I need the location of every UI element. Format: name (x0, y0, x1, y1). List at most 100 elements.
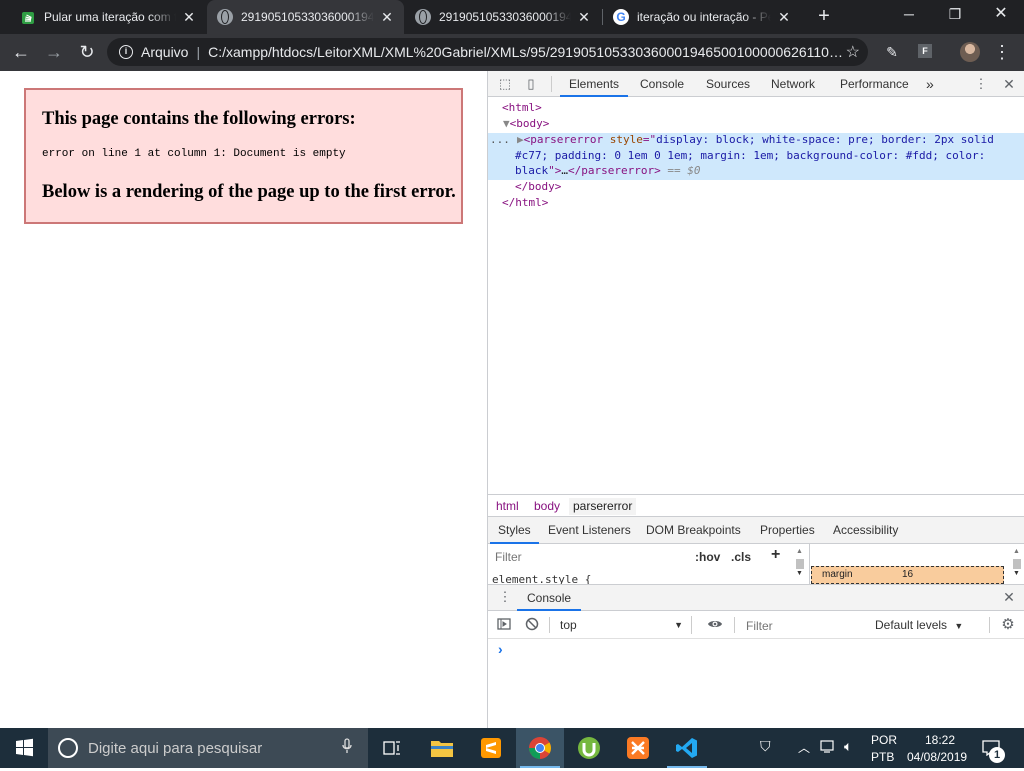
drawer-tab-console[interactable]: Console (517, 585, 582, 611)
reload-button[interactable]: ↻ (74, 40, 100, 66)
tab-event-listeners[interactable]: Event Listeners (548, 517, 631, 544)
scroll-thumb[interactable] (796, 559, 804, 569)
console-filter-input[interactable] (740, 616, 866, 635)
chevron-up-icon[interactable]: ︿ (798, 739, 810, 756)
keyboard-layout[interactable]: PTB (871, 750, 894, 764)
close-window-button[interactable]: ✕ (978, 0, 1024, 30)
close-devtools-icon[interactable]: ✕ (1001, 76, 1017, 92)
console-settings-gear-icon[interactable]: ⚙ (1000, 617, 1016, 633)
omnibox-divider: | (196, 44, 201, 60)
new-tab-button[interactable]: + (812, 5, 836, 29)
info-icon[interactable]: i (119, 45, 133, 59)
dom-node-html-close[interactable]: </html> (502, 195, 548, 211)
clear-console-icon[interactable] (524, 617, 540, 633)
people-icon[interactable]: ⛉ (760, 738, 771, 755)
avatar[interactable] (960, 42, 980, 62)
breadcrumb-html[interactable]: html (492, 498, 523, 515)
margin-box[interactable]: margin 16 (811, 566, 1004, 584)
tab-nfe-xml-active[interactable]: 2919051053303600019465001000006261104705… (207, 0, 404, 34)
file-explorer-icon[interactable] (418, 728, 466, 768)
tab-sources[interactable]: Sources (706, 71, 750, 97)
tab-stackoverflow[interactable]: Pular uma iteração com f ✕ (10, 0, 206, 34)
taskbar-search[interactable]: Digite aqui para pesquisar (48, 728, 368, 768)
log-levels-dropdown[interactable]: Default levels ▼ (875, 616, 963, 635)
close-icon[interactable]: ✕ (380, 9, 394, 26)
tab-accessibility[interactable]: Accessibility (833, 517, 898, 544)
close-drawer-icon[interactable]: ✕ (1001, 589, 1017, 605)
hov-toggle[interactable]: :hov (695, 550, 720, 564)
breadcrumb-body[interactable]: body (530, 498, 564, 515)
microphone-icon[interactable] (342, 738, 352, 757)
inspect-element-icon[interactable]: ⬚ (497, 76, 513, 92)
tab-properties[interactable]: Properties (760, 517, 815, 544)
xampp-icon[interactable] (614, 728, 662, 768)
tab-performance[interactable]: Performance (840, 71, 909, 97)
cls-toggle[interactable]: .cls (731, 550, 751, 564)
toolbar-divider (989, 617, 990, 633)
network-icon[interactable] (820, 740, 836, 757)
start-button[interactable] (0, 728, 48, 768)
restore-button[interactable]: ❐ (932, 0, 978, 30)
forward-button[interactable]: → (41, 40, 67, 66)
menu-kebab-icon[interactable]: ⋮ (989, 40, 1015, 66)
styles-scrollbar[interactable]: ▲ ▼ (796, 548, 806, 582)
close-icon[interactable]: ✕ (182, 9, 196, 26)
dom-gutter-dots[interactable]: ... (490, 132, 510, 148)
close-icon[interactable]: ✕ (577, 9, 591, 26)
address-bar[interactable]: i Arquivo | C:/xampp/htdocs/LeitorXML/XM… (107, 38, 868, 66)
tab-styles[interactable]: Styles (490, 517, 539, 544)
back-button[interactable]: ← (8, 40, 34, 66)
tab-google-search[interactable]: G iteração ou interação - Pesquisa Googl… (603, 0, 801, 34)
url-text[interactable]: C:/xampp/htdocs/LeitorXML/XML%20Gabriel/… (208, 44, 848, 60)
chrome-icon[interactable] (516, 728, 564, 768)
show-sidebar-icon[interactable] (496, 617, 512, 633)
extension-f-icon[interactable]: F (918, 44, 932, 58)
tab-title: 2919051053303600019465001000006261104705… (439, 10, 571, 24)
tab-console[interactable]: Console (640, 71, 684, 97)
tab-dom-breakpoints[interactable]: DOM Breakpoints (646, 517, 741, 544)
google-icon: G (613, 9, 629, 25)
margin-value[interactable]: 16 (902, 569, 913, 580)
bookmark-star-icon[interactable]: ☆ (846, 42, 860, 62)
vscode-icon[interactable] (663, 728, 711, 768)
dom-node-html[interactable]: <html> (502, 100, 542, 116)
scroll-thumb[interactable] (1013, 559, 1021, 569)
dom-node-body[interactable]: ▼<body> (503, 116, 549, 132)
minimize-button[interactable]: ─ (886, 0, 932, 30)
language-indicator[interactable]: POR (871, 733, 897, 747)
boxmodel-scrollbar[interactable]: ▲ ▼ (1013, 548, 1023, 582)
console-prompt[interactable]: › (498, 641, 503, 657)
tab-elements[interactable]: Elements (560, 71, 629, 97)
live-expression-eye-icon[interactable] (707, 616, 723, 632)
scroll-up-icon[interactable]: ▲ (796, 548, 806, 556)
styles-filter-input[interactable] (492, 547, 682, 567)
collapse-arrow-icon[interactable]: ▶ (517, 133, 524, 146)
new-style-rule-button[interactable]: + (771, 546, 780, 564)
device-toolbar-icon[interactable]: ▯ (523, 76, 539, 92)
drawer-menu-kebab-icon[interactable]: ⋮ (497, 589, 513, 605)
eyedropper-extension-icon[interactable]: ✎ (879, 40, 905, 66)
close-icon[interactable]: ✕ (777, 9, 791, 26)
dom-node-body-close[interactable]: </body> (515, 179, 561, 195)
tab-title: iteração ou interação - Pesquisa Google (637, 10, 771, 24)
tab-network[interactable]: Network (771, 71, 815, 97)
breadcrumb-parsererror[interactable]: parsererror (569, 498, 637, 515)
sublime-text-icon[interactable] (467, 728, 515, 768)
scroll-down-icon[interactable]: ▼ (1013, 570, 1023, 578)
task-view-icon[interactable] (368, 728, 416, 768)
dom-node-parsererror[interactable]: ▶<parsererror style="display: block; whi… (517, 132, 994, 148)
more-tabs-button[interactable]: » (926, 71, 934, 97)
devtools-menu-kebab-icon[interactable]: ⋮ (973, 76, 989, 92)
utorrent-icon[interactable] (565, 728, 613, 768)
expand-arrow-icon[interactable]: ▼ (503, 117, 510, 130)
scroll-down-icon[interactable]: ▼ (796, 570, 806, 578)
toolbar-divider (551, 76, 552, 92)
tab-nfe-xml[interactable]: 2919051053303600019465001000006261104705… (405, 0, 601, 34)
toolbar-divider (549, 617, 550, 633)
clock-time[interactable]: 18:22 (922, 733, 958, 747)
context-select[interactable]: top ▼ (560, 616, 692, 634)
scroll-up-icon[interactable]: ▲ (1013, 548, 1023, 556)
clock-date[interactable]: 04/08/2019 (907, 750, 967, 764)
volume-icon[interactable]: 🔈︎ (844, 738, 852, 755)
devtools-tabbar: ⬚ ▯ Elements Console Sources Network Per… (488, 71, 1024, 97)
